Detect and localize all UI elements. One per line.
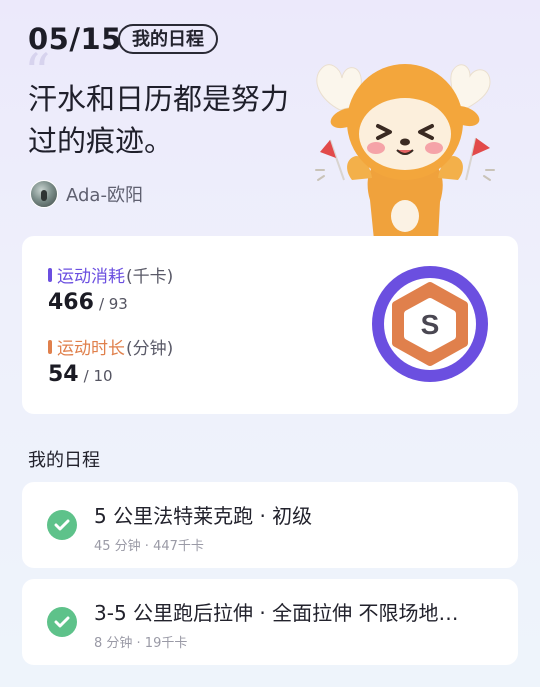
calories-unit: (千卡) bbox=[126, 267, 174, 287]
duration-value: 54 bbox=[48, 362, 79, 387]
calories-value-row: 466/ 93 bbox=[48, 290, 128, 315]
calories-value: 466 bbox=[48, 290, 94, 315]
duration-value-row: 54/ 10 bbox=[48, 362, 113, 387]
deer-mascot-illustration bbox=[315, 64, 495, 240]
schedule-section-title: 我的日程 bbox=[28, 450, 100, 471]
calories-color-marker bbox=[48, 267, 52, 282]
duration-label: 运动时长 (分钟) bbox=[48, 334, 173, 359]
activity-summary-card[interactable]: 运动消耗 (千卡) 466/ 93 运动时长 (分钟) 54/ 10 S bbox=[22, 236, 518, 414]
completed-check-icon[interactable] bbox=[47, 607, 77, 637]
duration-target: / 10 bbox=[83, 367, 113, 385]
schedule-item[interactable]: 5 公里法特莱克跑 · 初级 45 分钟 · 447千卡 bbox=[22, 482, 518, 568]
calories-label-text: 运动消耗 bbox=[57, 267, 125, 287]
activity-rings-badge: S bbox=[372, 266, 488, 382]
schedule-item-title: 5 公里法特莱克跑 · 初级 bbox=[94, 504, 313, 528]
schedule-item-title: 3-5 公里跑后拉伸 · 全面拉伸 不限场地… bbox=[94, 601, 459, 625]
duration-label-text: 运动时长 bbox=[57, 339, 125, 359]
duration-color-marker bbox=[48, 339, 52, 354]
badge-letter: S bbox=[421, 309, 440, 340]
user-info[interactable]: Ada-欧阳 bbox=[30, 180, 143, 208]
calories-label: 运动消耗 (千卡) bbox=[48, 262, 173, 287]
user-name: Ada-欧阳 bbox=[66, 185, 143, 206]
avatar[interactable] bbox=[30, 180, 58, 208]
duration-unit: (分钟) bbox=[126, 339, 174, 359]
motivational-quote: 汗水和日历都是努力过的痕迹。 bbox=[28, 82, 290, 158]
my-schedule-tag[interactable]: 我的日程 bbox=[118, 24, 218, 54]
schedule-item[interactable]: 3-5 公里跑后拉伸 · 全面拉伸 不限场地… 8 分钟 · 19千卡 bbox=[22, 579, 518, 665]
completed-check-icon[interactable] bbox=[47, 510, 77, 540]
schedule-item-meta: 8 分钟 · 19千卡 bbox=[94, 636, 188, 651]
schedule-item-meta: 45 分钟 · 447千卡 bbox=[94, 539, 204, 554]
calories-target: / 93 bbox=[98, 295, 128, 313]
